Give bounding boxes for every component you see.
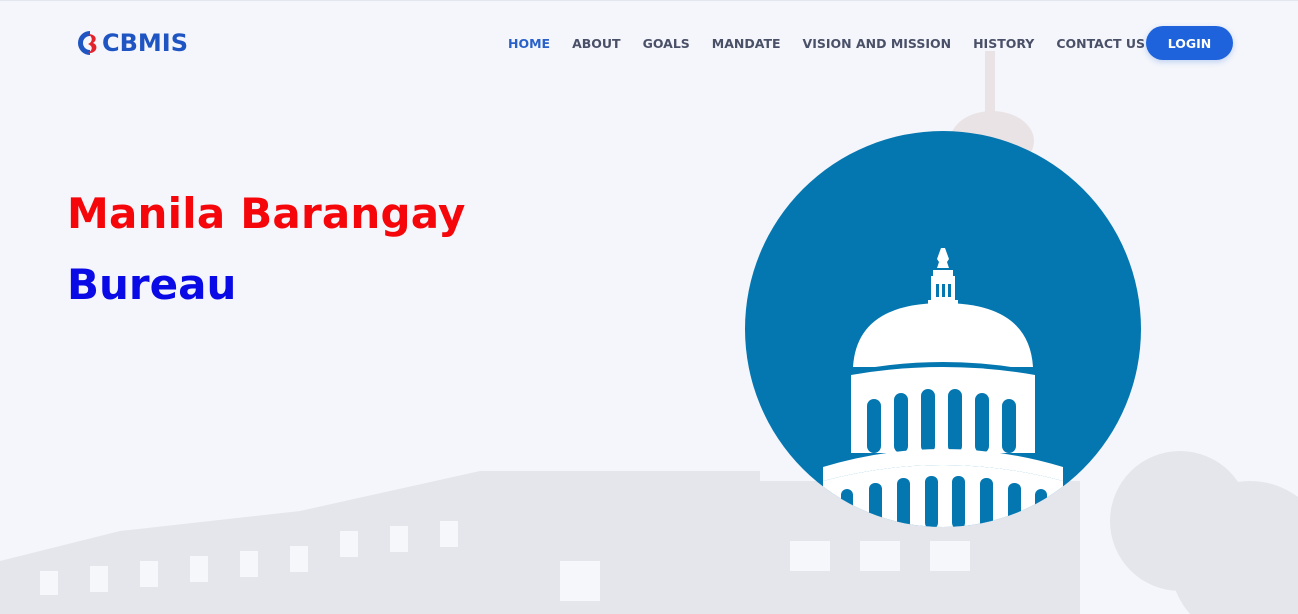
nav-goals[interactable]: GOALS xyxy=(635,36,698,51)
nav-history[interactable]: HISTORY xyxy=(965,36,1042,51)
nav-home[interactable]: HOME xyxy=(500,36,558,51)
hero-title-line-1: Manila Barangay xyxy=(67,189,466,238)
nav-contact-us[interactable]: CONTACT US xyxy=(1048,36,1153,51)
hero-title: Manila Barangay Bureau xyxy=(67,193,466,306)
nav-about[interactable]: ABOUT xyxy=(564,36,629,51)
cbmis-logo-icon xyxy=(78,31,97,55)
hero-title-line-2: Bureau xyxy=(67,260,237,309)
top-navbar: CBMIS HOME ABOUT GOALS MANDATE VISION AN… xyxy=(0,1,1298,85)
nav-vision-and-mission[interactable]: VISION AND MISSION xyxy=(795,36,960,51)
main-nav: HOME ABOUT GOALS MANDATE VISION AND MISS… xyxy=(500,27,1159,59)
capitol-building-icon xyxy=(745,131,1141,527)
login-button[interactable]: LOGIN xyxy=(1146,26,1233,60)
brand-name: CBMIS xyxy=(102,29,189,57)
landing-page: CBMIS HOME ABOUT GOALS MANDATE VISION AN… xyxy=(0,0,1298,614)
brand-logo-link[interactable]: CBMIS xyxy=(74,27,188,59)
nav-mandate[interactable]: MANDATE xyxy=(704,36,789,51)
